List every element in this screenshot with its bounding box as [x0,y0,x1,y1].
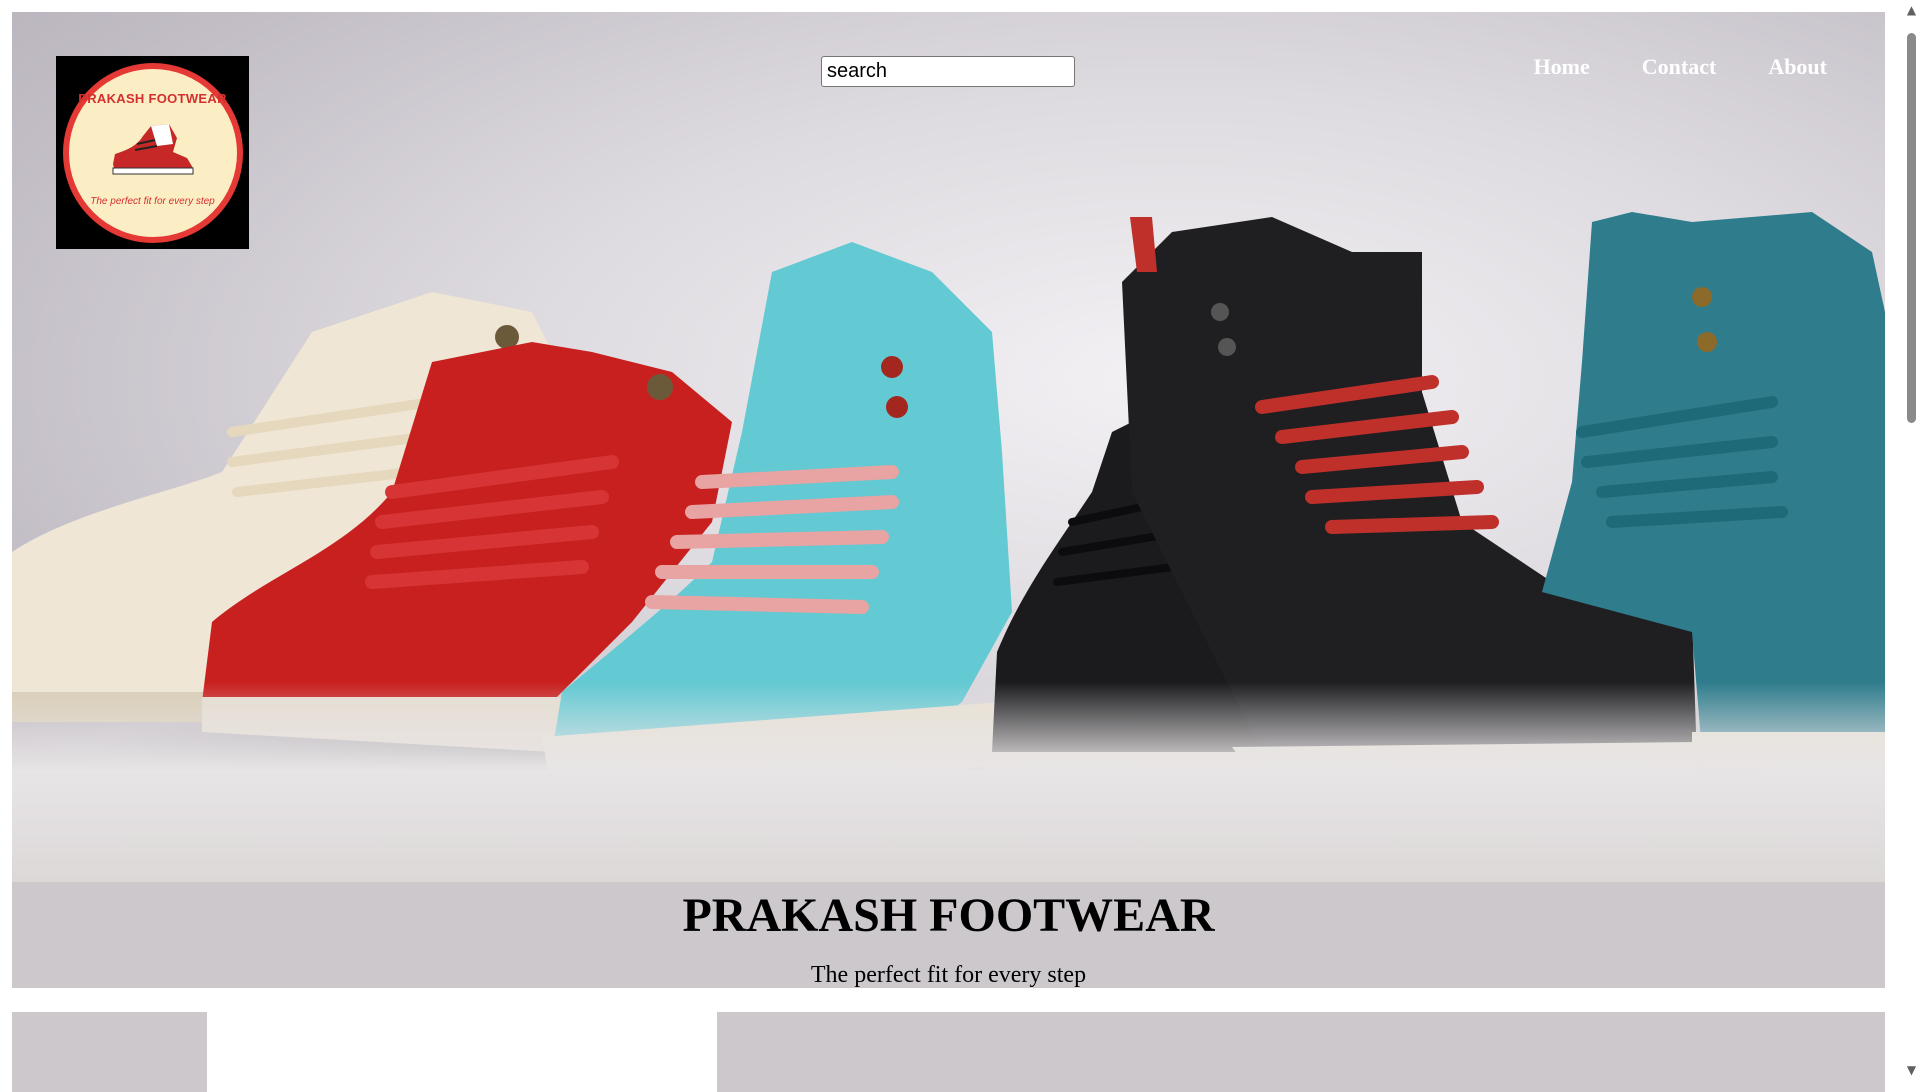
search-input[interactable] [821,56,1075,87]
content-block-right [717,1012,1885,1092]
logo-badge: PRAKASH FOOTWEAR The perfect fit for eve… [62,62,243,243]
logo-brand-text: PRAKASH FOOTWEAR [78,90,227,106]
hero-banner: PRAKASH FOOTWEAR The perfect fit for eve… [12,12,1885,882]
nav-link-about[interactable]: About [1768,54,1827,80]
scroll-down-arrow-icon[interactable]: ▼ [1905,1062,1918,1078]
brand-logo[interactable]: PRAKASH FOOTWEAR The perfect fit for eve… [56,56,249,249]
title-band: PRAKASH FOOTWEAR The perfect fit for eve… [12,882,1885,988]
content-section [12,988,1885,1092]
logo-tagline-text: The perfect fit for every step [90,195,215,207]
scroll-up-arrow-icon[interactable]: ▲ [1905,2,1918,18]
nav-link-home[interactable]: Home [1534,54,1590,80]
page-subtitle: The perfect fit for every step [810,962,1087,988]
nav-link-contact[interactable]: Contact [1642,54,1717,80]
page-scrollbar[interactable]: ▲ ▼ [1903,0,1920,1080]
page-title: PRAKASH FOOTWEAR [682,889,1215,942]
sneaker-icon [112,123,193,174]
content-block-left [12,1012,207,1092]
scroll-thumb[interactable] [1907,33,1916,423]
hero-floor [12,682,1885,882]
page: PRAKASH FOOTWEAR The perfect fit for eve… [12,12,1885,1092]
main-nav: Home Contact About [1534,54,1827,80]
